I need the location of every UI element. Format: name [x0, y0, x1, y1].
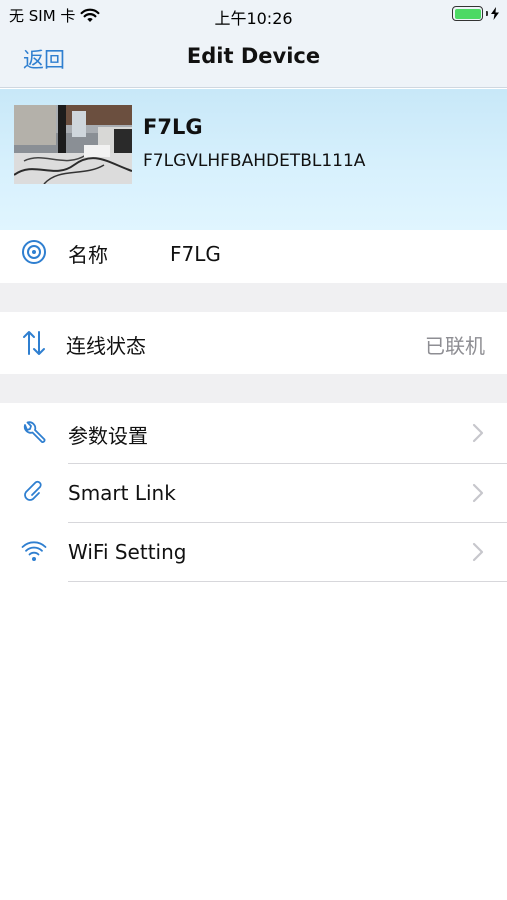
device-thumbnail[interactable] — [14, 105, 132, 184]
device-id: F7LGVLHFBAHDETBL111A — [143, 151, 366, 171]
chevron-right-icon — [472, 423, 484, 443]
wifi-setting-row[interactable]: WiFi Setting — [0, 523, 507, 581]
connection-status-label: 连线状态 — [66, 334, 146, 358]
wrench-icon — [20, 419, 48, 447]
battery-fill — [454, 8, 481, 19]
clock: 上午10:26 — [214, 9, 293, 28]
parameter-settings-label: 参数设置 — [68, 424, 148, 448]
device-header: F7LG F7LGVLHFBAHDETBL111A — [0, 89, 507, 230]
parameter-settings-row[interactable]: 参数设置 — [0, 403, 507, 463]
battery-icon — [452, 6, 483, 21]
bolt-icon — [491, 7, 499, 20]
battery-indicator — [452, 6, 499, 21]
section-gap — [0, 374, 507, 403]
connection-status-row: 连线状态 已联机 — [0, 312, 507, 374]
battery-cap — [486, 11, 488, 16]
wifi-icon — [20, 538, 48, 566]
section-gap — [0, 283, 507, 312]
camera-lens-icon — [20, 238, 48, 266]
name-label: 名称 — [68, 243, 108, 267]
device-photo — [14, 105, 132, 184]
navigation-bar: 返回 Edit Device — [0, 30, 507, 88]
up-down-arrows-icon — [20, 329, 48, 357]
device-name: F7LG — [143, 115, 203, 139]
smart-link-label: Smart Link — [68, 481, 176, 505]
page-title: Edit Device — [186, 44, 321, 68]
chevron-right-icon — [472, 542, 484, 562]
name-row[interactable]: 名称 F7LG — [0, 230, 507, 283]
smart-link-row[interactable]: Smart Link — [0, 464, 507, 522]
chevron-right-icon — [472, 483, 484, 503]
status-bar: 无 SIM 卡 上午10:26 — [0, 0, 507, 30]
row-divider — [68, 581, 507, 582]
connection-status-value: 已联机 — [425, 334, 485, 358]
name-value[interactable]: F7LG — [170, 242, 221, 266]
link-icon — [20, 479, 48, 507]
wifi-setting-label: WiFi Setting — [68, 540, 187, 564]
